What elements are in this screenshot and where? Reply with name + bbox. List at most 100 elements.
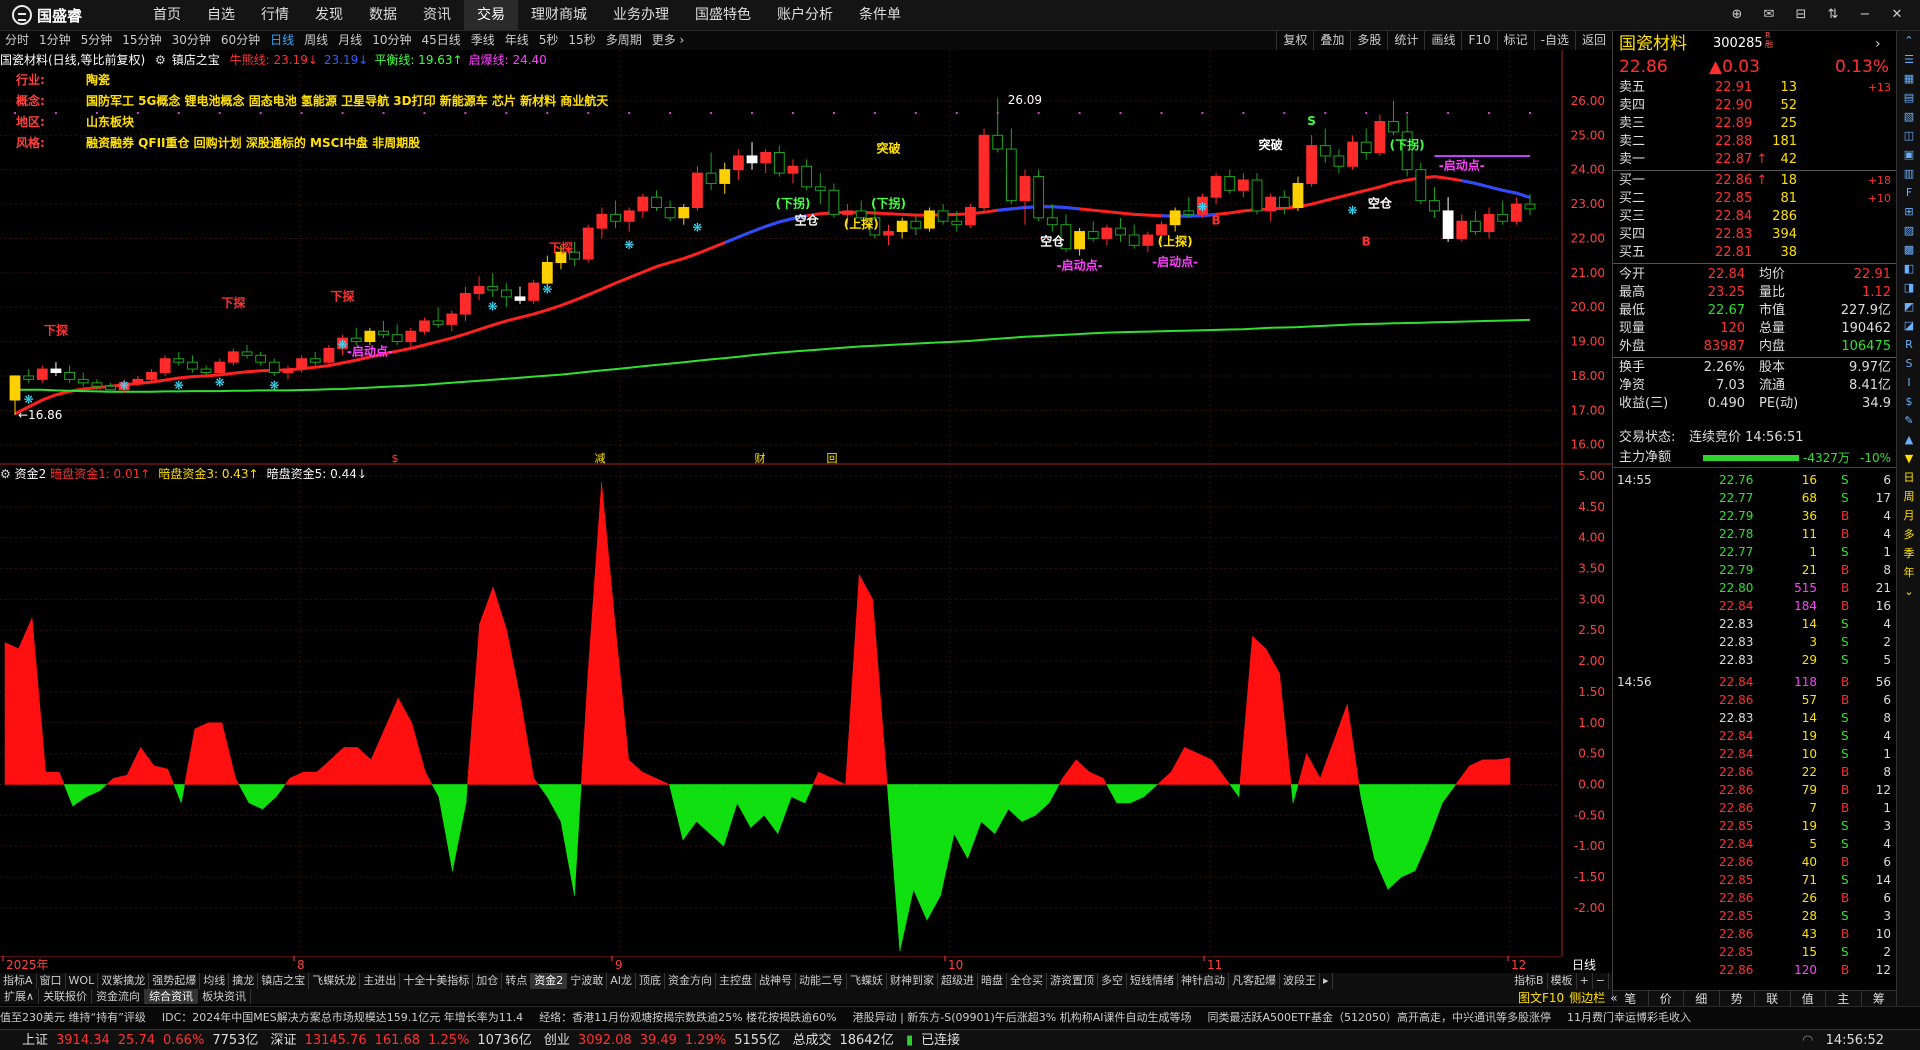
order-book-row[interactable]: 卖一 22.87 ↑ 42 — [1613, 151, 1897, 169]
indicator-tab[interactable]: 财神到家 — [887, 973, 938, 989]
news-item[interactable]: 同类最活跃A500ETF基金（512050）高开高走，中兴通讯等多股涨停 — [1208, 1011, 1552, 1024]
period-tab[interactable]: 5分钟 — [76, 31, 118, 50]
order-book-row[interactable]: 买五 22.81 38 — [1613, 244, 1897, 262]
indicator-tab[interactable]: 战神号 — [756, 973, 796, 989]
indicator-tab[interactable]: 镇店之宝 — [258, 973, 310, 989]
toolbar-button[interactable]: ◫ — [1897, 126, 1920, 145]
right-tab[interactable]: 势 — [1720, 991, 1755, 1007]
window-button[interactable]: ✕ — [1884, 4, 1910, 26]
toolbar-button[interactable]: ⊞ — [1897, 202, 1920, 221]
sub-tab[interactable]: 资金流向 — [92, 989, 146, 1004]
indicator-tab[interactable]: 主进出 — [360, 973, 401, 989]
toolbar-button[interactable]: ⌃ — [1897, 31, 1920, 50]
right-tab[interactable]: 值 — [1791, 991, 1826, 1007]
right-tab[interactable]: 细 — [1684, 991, 1720, 1007]
cy-label[interactable]: 创业 — [544, 1033, 570, 1048]
toolbar-button[interactable]: ◧ — [1897, 259, 1920, 278]
toolbar-button[interactable]: ▨ — [1897, 221, 1920, 240]
indicator-tab[interactable]: 全仓买 — [1007, 973, 1047, 989]
indicator-tab[interactable]: 神针启动 — [1178, 973, 1229, 989]
chart-tool-button[interactable]: 多股 — [1350, 31, 1387, 50]
news-item[interactable]: 11月费门幸运博彩毛收入 — [1567, 1011, 1691, 1024]
chevron-right-icon[interactable]: › — [1875, 33, 1881, 55]
indicator-tab[interactable]: 飞蝶妖 — [847, 973, 887, 989]
nav-item[interactable]: 理财商城 — [518, 0, 600, 30]
toolbar-button[interactable]: R — [1897, 335, 1920, 354]
indicator-tab[interactable]: 短线情绪 — [1127, 973, 1178, 989]
toolbar-button[interactable]: ▩ — [1897, 240, 1920, 259]
nav-item[interactable]: 交易 — [464, 0, 518, 30]
nav-item[interactable]: 发现 — [302, 0, 356, 30]
indicator-tab[interactable]: 宁波敢 — [567, 973, 608, 989]
toolbar-button[interactable]: ☰ — [1897, 50, 1920, 69]
right-tab[interactable]: 主 — [1826, 991, 1862, 1007]
toolbar-button[interactable]: 年 — [1897, 563, 1920, 582]
sub-tab[interactable]: 综合资讯 — [145, 989, 199, 1004]
chart-tool-button[interactable]: -自选 — [1533, 31, 1575, 50]
toolbar-button[interactable]: ◪ — [1897, 316, 1920, 335]
toolbar-button[interactable]: ⌄ — [1897, 582, 1920, 601]
toolbar-button[interactable]: ◩ — [1897, 297, 1920, 316]
toolbar-button[interactable]: S — [1897, 354, 1920, 373]
nav-item[interactable]: 行情 — [248, 0, 302, 30]
nav-item[interactable]: 资讯 — [410, 0, 464, 30]
period-tab[interactable]: 15秒 — [563, 31, 600, 50]
indicator-tab[interactable]: 十全十美指标 — [400, 973, 474, 989]
period-tab[interactable]: 更多 › — [647, 31, 690, 50]
nav-item[interactable]: 条件单 — [846, 0, 914, 30]
indicator-tab[interactable]: 超级进 — [938, 973, 978, 989]
indicator-tab[interactable]: 动能二号 — [796, 973, 847, 989]
indicator-control[interactable]: 指标B — [1511, 973, 1548, 989]
toolbar-button[interactable]: 月 — [1897, 506, 1920, 525]
window-button[interactable]: ⊕ — [1724, 4, 1750, 26]
news-item[interactable]: 值至230美元 维持“持有”评级 — [0, 1011, 146, 1024]
chart-tool-button[interactable]: 画线 — [1424, 31, 1461, 50]
nav-item[interactable]: 账户分析 — [764, 0, 846, 30]
right-tab[interactable]: 价 — [1649, 991, 1684, 1007]
order-book-row[interactable]: 卖三 22.89 25 — [1613, 115, 1897, 133]
capital-flow-chart[interactable]: 5.00 4.50 4.00 3.50 3.00 2.50 2.00 1.50 1.00 0.50… — [0, 466, 1612, 956]
order-book-row[interactable]: 卖二 22.88 181 — [1613, 133, 1897, 151]
period-tab[interactable]: 月线 — [333, 31, 367, 50]
chart-tool-button[interactable]: 复权 — [1276, 31, 1313, 50]
toolbar-button[interactable]: ▼ — [1897, 449, 1920, 468]
side-tab[interactable]: 侧边栏 — [1569, 991, 1605, 1005]
period-tab[interactable]: 1分钟 — [34, 31, 76, 50]
indicator-tab[interactable]: 双紫擒龙 — [98, 973, 150, 989]
event-mark[interactable]: 回 — [827, 452, 838, 465]
period-tab[interactable]: 周线 — [299, 31, 333, 50]
period-tab[interactable]: 30分钟 — [167, 31, 216, 50]
sub-tab[interactable]: 关联报价 — [39, 989, 93, 1004]
nav-item[interactable]: 国盛特色 — [682, 0, 764, 30]
indicator-control[interactable]: 模板 — [1548, 973, 1577, 989]
indicator-tab[interactable]: 多空 — [1098, 973, 1127, 989]
toolbar-button[interactable]: 日 — [1897, 468, 1920, 487]
indicator-tab[interactable]: 强势起爆 — [149, 973, 201, 989]
side-tab[interactable]: « — [1610, 991, 1617, 1005]
indicator-tab[interactable]: 指标A — [0, 973, 37, 989]
order-book-row[interactable]: 买一 22.86 ↑ 18 +18 — [1613, 172, 1897, 190]
news-item[interactable]: IDC：2024年中国MES解决方案总市场规模达159.1亿元 年增长率为11.… — [162, 1011, 523, 1024]
indicator-tab[interactable]: 飞蝶妖龙 — [309, 973, 361, 989]
nav-item[interactable]: 业务办理 — [600, 0, 682, 30]
period-tab[interactable]: 年线 — [500, 31, 534, 50]
indicator-tab[interactable]: 加仓 — [473, 973, 503, 989]
chart-tool-button[interactable]: 返回 — [1574, 31, 1612, 50]
indicator-tab[interactable]: 波段王 — [1280, 973, 1320, 989]
toolbar-button[interactable]: 季 — [1897, 544, 1920, 563]
sub-tab[interactable]: 扩展∧ — [0, 989, 40, 1004]
right-tab[interactable]: 筹 — [1862, 991, 1897, 1007]
period-tab[interactable]: 15分钟 — [117, 31, 166, 50]
period-tab[interactable]: 日线 — [265, 31, 299, 50]
chart-tool-button[interactable]: 叠加 — [1313, 31, 1350, 50]
toolbar-button[interactable]: ▦ — [1897, 69, 1920, 88]
indicator-tab[interactable]: 均线 — [200, 973, 230, 989]
indicator-tab[interactable]: 窗口 — [37, 973, 66, 989]
nav-item[interactable]: 数据 — [356, 0, 410, 30]
indicator-tab[interactable]: 资金方向 — [665, 973, 716, 989]
period-tab[interactable]: 60分钟 — [216, 31, 265, 50]
period-tab[interactable]: 45日线 — [416, 31, 465, 50]
chart-tool-button[interactable]: 统计 — [1387, 31, 1424, 50]
period-tab[interactable]: 分时 — [0, 31, 34, 50]
toolbar-button[interactable]: F — [1897, 183, 1920, 202]
